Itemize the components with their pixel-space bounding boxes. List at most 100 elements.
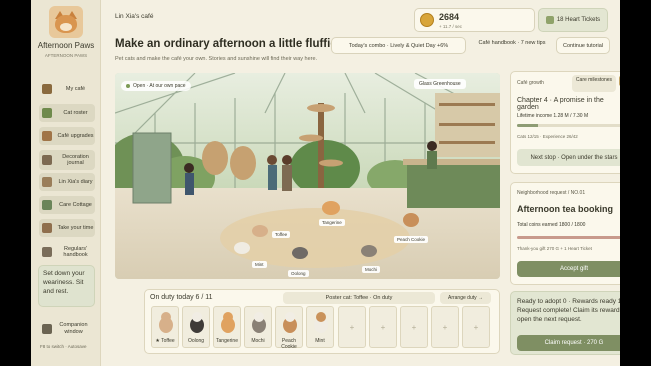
sidebar-item-regulars-handbook[interactable]: Regulars' handbook bbox=[39, 242, 95, 262]
sidebar-item-label: Cat roster bbox=[63, 110, 88, 116]
lifetime-progress-bar bbox=[517, 124, 620, 127]
cat-label-toffee[interactable]: Toffee bbox=[272, 231, 291, 238]
sidebar-item-care-cottage[interactable]: Care Cottage bbox=[39, 196, 95, 214]
slot-name: Tangerine bbox=[216, 338, 238, 344]
duty-slot-mint[interactable]: Mint bbox=[306, 306, 334, 348]
poster-cat-badge[interactable]: Poster cat: Toffee · On duty bbox=[283, 292, 435, 304]
shortcut-hint: F8 to switch · Autosave bbox=[40, 344, 87, 349]
sidebar-item-label: Regulars' handbook bbox=[63, 246, 88, 258]
coin-value: 2684 bbox=[439, 12, 460, 22]
thank-you-gift: Thank-you gift 270 G + 1 Heart Ticket bbox=[517, 246, 592, 251]
arrange-duty-button[interactable]: Arrange duty → bbox=[440, 292, 491, 304]
next-stop-button[interactable]: Next stop · Open under the stars bbox=[517, 149, 620, 166]
cats-experience: Cats 12/15 · Experience 26/42 bbox=[517, 134, 578, 139]
duty-slot-oolong[interactable]: Oolong bbox=[182, 306, 210, 348]
cafe-icon bbox=[42, 84, 52, 94]
care-milestones-button[interactable]: Care milestones bbox=[572, 75, 616, 92]
sidebar-item-label: Take your time bbox=[57, 225, 94, 231]
empty-duty-slot[interactable]: + bbox=[431, 306, 459, 348]
coins-earned: Total coins earned 1800 / 1800 bbox=[517, 222, 586, 228]
open-status-label: Open · At our own pace bbox=[133, 83, 186, 89]
chapter-title: Chapter 4 · A promise in the garden bbox=[517, 97, 604, 111]
brand-subtitle: AFTERNOON PAWS bbox=[44, 53, 88, 58]
sidebar: Afternoon Paws AFTERNOON PAWS My café Ca… bbox=[31, 0, 101, 366]
sidebar-item-label: Care Cottage bbox=[59, 202, 92, 208]
companion-label: Companion window bbox=[59, 322, 88, 335]
location-tag: Glass Greenhouse bbox=[414, 79, 466, 89]
duty-slot-toffee[interactable]: ★ Toffee bbox=[151, 306, 179, 348]
heart-tickets[interactable]: 18 Heart Tickets bbox=[538, 8, 608, 32]
plus-icon: + bbox=[411, 322, 417, 332]
sidebar-item-decoration-journal[interactable]: Decoration journal bbox=[39, 150, 95, 170]
cat-label-tangerine[interactable]: Tangerine bbox=[319, 219, 345, 226]
cat-label-mint[interactable]: Mint bbox=[252, 261, 267, 268]
claim-request-button[interactable]: Claim request · 270 G bbox=[517, 335, 620, 351]
cat-label-peach-cookie[interactable]: Peach Cookie bbox=[394, 236, 429, 243]
duty-title: On duty today 6 / 11 bbox=[150, 294, 213, 301]
rest-note: Set down your weariness. Sit and rest. bbox=[38, 265, 95, 307]
greenhouse-scene[interactable] bbox=[115, 73, 500, 279]
ticket-icon bbox=[545, 16, 554, 24]
empty-duty-slot[interactable]: + bbox=[369, 306, 397, 348]
sidebar-item-label: Café upgrades bbox=[57, 133, 94, 139]
slot-name: Peach Cookie bbox=[281, 338, 297, 350]
clock-icon bbox=[42, 223, 52, 233]
lifetime-income: Lifetime income 1.28 M / 7.30 M bbox=[517, 113, 589, 119]
sidebar-item-take-your-time[interactable]: Take your time bbox=[39, 219, 95, 237]
request-progress-fill bbox=[517, 236, 620, 239]
companion-window-button[interactable]: Companion window bbox=[39, 320, 95, 338]
duty-slot-mochi[interactable]: Mochi bbox=[244, 306, 272, 348]
sidebar-item-label: My café bbox=[65, 86, 86, 92]
page-title: Make an ordinary afternoon a little fluf… bbox=[115, 38, 344, 50]
request-progress-bar bbox=[517, 236, 620, 239]
app-window: Afternoon Paws AFTERNOON PAWS My café Ca… bbox=[31, 0, 620, 366]
accept-gift-button[interactable]: Accept gift bbox=[517, 261, 620, 277]
diary-icon bbox=[42, 177, 52, 187]
tickets-label: 18 Heart Tickets bbox=[556, 17, 601, 23]
continue-tutorial-button[interactable]: Continue tutorial bbox=[556, 37, 610, 54]
plus-icon: + bbox=[442, 322, 448, 332]
lifetime-progress-fill bbox=[517, 124, 538, 127]
cat-portrait-icon bbox=[221, 312, 235, 333]
empty-duty-slot[interactable]: + bbox=[400, 306, 428, 348]
milestone-icon bbox=[619, 76, 620, 86]
sidebar-item-label: Decoration journal bbox=[62, 154, 89, 166]
empty-duty-slot[interactable]: + bbox=[338, 306, 366, 348]
slot-name: ★ Toffee bbox=[155, 338, 175, 344]
cat-portrait-icon bbox=[314, 312, 328, 333]
cat-portrait-icon bbox=[252, 312, 266, 333]
cat-portrait-icon bbox=[283, 312, 297, 333]
sidebar-item-cat-roster[interactable]: Cat roster bbox=[39, 104, 95, 122]
cat-label-mochi[interactable]: Mochi bbox=[362, 266, 381, 273]
duty-slot-tangerine[interactable]: Tangerine bbox=[213, 306, 241, 348]
todays-combo-badge[interactable]: Today's combo · Lively & Quiet Day +6% bbox=[331, 37, 466, 54]
cat-portrait-icon bbox=[159, 312, 173, 333]
open-status-badge: Open · At our own pace bbox=[121, 81, 191, 91]
sidebar-item-label: Lin Xia's diary bbox=[58, 179, 93, 185]
handbook-icon bbox=[42, 247, 52, 257]
cafe-handbook-button[interactable]: Café handbook · 7 new tips bbox=[474, 37, 550, 58]
upgrade-icon bbox=[42, 131, 52, 141]
cat-logo-icon bbox=[49, 6, 83, 38]
page-subtitle: Pet cats and make the café your own. Sto… bbox=[115, 56, 318, 62]
greenhouse-illustration bbox=[115, 73, 500, 279]
brand-name: Afternoon Paws bbox=[37, 41, 95, 50]
cottage-icon bbox=[42, 200, 52, 210]
sidebar-item-lin-xia-diary[interactable]: Lin Xia's diary bbox=[39, 173, 95, 191]
decoration-icon bbox=[42, 155, 52, 165]
status-dot-icon bbox=[126, 84, 130, 88]
coin-counter: 2684 + 11.7 / sec bbox=[414, 8, 535, 32]
request-label: Neighborhood request / NO.01 bbox=[517, 190, 586, 196]
coin-rate: + 11.7 / sec bbox=[439, 24, 463, 29]
duty-slot-peach-cookie[interactable]: Peach Cookie bbox=[275, 306, 303, 350]
request-title: Afternoon tea booking bbox=[517, 204, 613, 214]
plus-icon: + bbox=[380, 322, 386, 332]
growth-label: Café growth bbox=[517, 80, 544, 86]
sidebar-item-my-cafe[interactable]: My café bbox=[39, 80, 95, 98]
cat-label-oolong[interactable]: Oolong bbox=[288, 270, 309, 277]
empty-duty-slot[interactable]: + bbox=[462, 306, 490, 348]
slot-name: Mochi bbox=[251, 338, 265, 344]
cat-portrait-icon bbox=[190, 312, 204, 333]
sidebar-item-cafe-upgrades[interactable]: Café upgrades bbox=[39, 127, 95, 145]
cat-icon bbox=[42, 108, 52, 118]
